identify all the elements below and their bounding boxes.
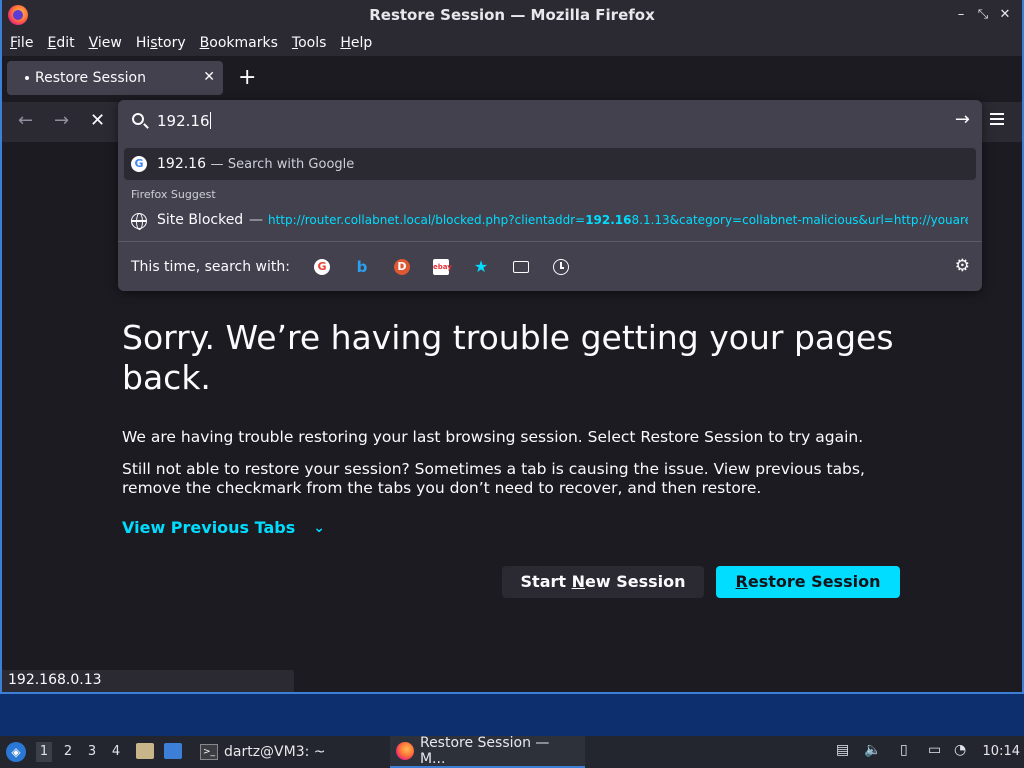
description-paragraph: We are having trouble restoring your las… — [122, 428, 864, 446]
clipboard-tray-icon[interactable]: ▤ — [836, 742, 849, 762]
clock: 10:14 — [982, 744, 1020, 759]
start-menu-icon[interactable]: ◈ — [6, 742, 26, 762]
app-menu-icon[interactable] — [990, 113, 1004, 127]
close-window-button[interactable]: ✕ — [998, 5, 1012, 25]
duckduckgo-icon[interactable]: D — [394, 259, 410, 275]
firefox-window: Restore Session — Mozilla Firefox – ⤡ ✕ … — [0, 0, 1024, 694]
back-arrow-icon[interactable]: ← — [18, 110, 33, 132]
menu-view[interactable]: View — [89, 35, 122, 51]
ebay-icon[interactable]: ebay — [433, 259, 452, 275]
bookmarks-star-icon[interactable]: ★ — [473, 259, 489, 275]
new-tab-button[interactable]: + — [238, 64, 256, 92]
taskbar-firefox[interactable]: Restore Session — M... — [390, 735, 585, 768]
suggestion-url[interactable]: http://router.collabnet.local/blocked.ph… — [268, 213, 968, 227]
forward-arrow-icon[interactable]: → — [54, 110, 69, 132]
tab-title: Restore Session — [35, 70, 146, 86]
page-title: Sorry. We’re having trouble getting your… — [122, 318, 894, 397]
suggestion-query: 192.16 — [157, 156, 206, 172]
gear-icon[interactable]: ⚙ — [955, 257, 970, 275]
firefox-icon — [396, 742, 414, 760]
globe-icon — [131, 213, 147, 230]
notes-tray-icon[interactable]: ▯ — [900, 742, 908, 762]
show-desktop-icon[interactable] — [164, 743, 182, 759]
go-arrow-icon[interactable]: → — [955, 109, 970, 130]
workspace-1[interactable]: 1 — [36, 742, 52, 762]
volume-icon[interactable]: 🔈 — [864, 742, 881, 762]
menu-file[interactable]: File — [10, 35, 33, 51]
address-bar-dropdown: 192.16 → G 192.16 — Search with Google F… — [118, 100, 982, 291]
workspace-4[interactable]: 4 — [108, 744, 124, 759]
title-bar[interactable]: Restore Session — Mozilla Firefox – ⤡ ✕ — [2, 0, 1022, 30]
network-icon[interactable]: ▭ — [928, 742, 941, 762]
tab-strip: Restore Session ✕ + — [2, 56, 1022, 102]
tab-restore-session[interactable]: Restore Session ✕ — [7, 61, 223, 95]
minimize-button[interactable]: – — [954, 5, 968, 25]
tab-attention-dot-icon — [25, 76, 29, 80]
history-clock-icon[interactable] — [553, 259, 569, 275]
update-notifier-icon[interactable]: ◔ — [954, 742, 966, 762]
bing-icon[interactable]: b — [354, 259, 370, 275]
window-title: Restore Session — Mozilla Firefox — [369, 6, 655, 24]
search-icon — [132, 113, 144, 125]
file-manager-icon[interactable] — [136, 743, 154, 759]
stop-loading-icon[interactable]: ✕ — [90, 110, 105, 132]
menu-tools[interactable]: Tools — [292, 35, 327, 51]
tabs-icon[interactable] — [513, 261, 529, 273]
restore-session-button[interactable]: Restore Session — [716, 566, 900, 598]
terminal-task-label: dartz@VM3: ~ — [224, 744, 326, 760]
google-icon: G — [131, 156, 147, 172]
firefox-suggest-header: Firefox Suggest — [131, 188, 216, 201]
workspace-2[interactable]: 2 — [60, 744, 76, 759]
google-icon[interactable]: G — [314, 259, 330, 275]
taskbar-terminal[interactable]: >_ dartz@VM3: ~ — [194, 736, 380, 768]
hint-paragraph: Still not able to restore your session? … — [122, 460, 865, 497]
firefox-task-label: Restore Session — M... — [419, 735, 550, 767]
search-engines-label: This time, search with: — [131, 259, 290, 275]
chevron-down-icon: ⌄ — [313, 519, 326, 536]
view-previous-tabs-toggle[interactable]: View Previous Tabs ⌄ — [122, 518, 325, 537]
suggestion-separator: — — [210, 157, 224, 172]
divider — [118, 241, 982, 242]
suggestion-site-blocked[interactable]: Site Blocked — [157, 212, 243, 228]
workspace-3[interactable]: 3 — [84, 744, 100, 759]
taskbar: ◈ 1 2 3 4 >_ dartz@VM3: ~ Restore Sessio… — [0, 735, 1024, 768]
suggestion-separator: — — [249, 212, 263, 228]
menu-help[interactable]: Help — [340, 35, 372, 51]
text-caret — [209, 112, 211, 129]
suggestion-action: Search with Google — [227, 157, 355, 172]
address-bar-input[interactable]: 192.16 → — [118, 100, 982, 142]
menu-history[interactable]: History — [136, 35, 186, 51]
menu-bar: File Edit View History Bookmarks Tools H… — [2, 30, 1022, 56]
restore-window-button[interactable]: ⤡ — [976, 5, 990, 25]
address-bar-value: 192.16 — [157, 112, 210, 130]
start-new-session-button[interactable]: Start New Session — [502, 566, 704, 598]
menu-edit[interactable]: Edit — [47, 35, 74, 51]
status-link-preview: 192.168.0.13 — [2, 670, 294, 692]
terminal-icon: >_ — [200, 744, 218, 760]
tab-close-icon[interactable]: ✕ — [203, 69, 215, 85]
desktop-background — [0, 694, 1024, 736]
menu-bookmarks[interactable]: Bookmarks — [200, 35, 278, 51]
view-previous-tabs-label: View Previous Tabs — [122, 518, 296, 537]
